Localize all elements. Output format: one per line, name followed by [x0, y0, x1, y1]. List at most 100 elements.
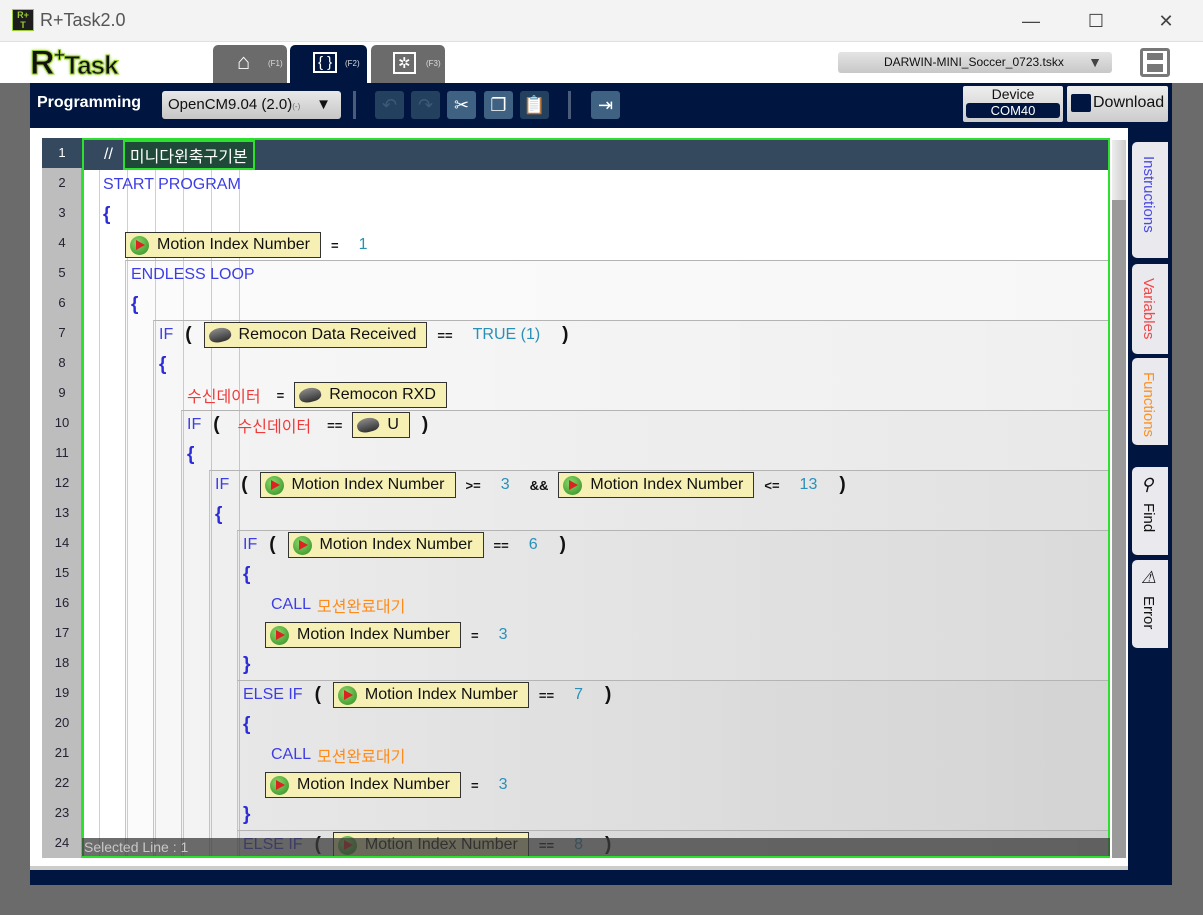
motion-play-icon	[292, 535, 312, 555]
motion-index-block[interactable]: Motion Index Number	[125, 232, 321, 258]
import-icon[interactable]: ⇥	[591, 91, 620, 119]
line-number[interactable]: 10	[42, 408, 82, 438]
motion-index-block[interactable]: Motion Index Number	[265, 622, 461, 648]
line-number[interactable]: 16	[42, 588, 82, 618]
code-line[interactable]: ENDLESS LOOP	[84, 260, 1108, 290]
code-line[interactable]: IF (Motion Index Number >= 3 && Motion Index …	[84, 470, 1108, 500]
code-line[interactable]: CALL 모션완료대기	[84, 590, 1108, 620]
file-dropdown[interactable]: DARWIN-MINI_Soccer_0723.tskx ▼	[838, 52, 1112, 73]
tab-functions[interactable]: Functions	[1132, 358, 1168, 445]
motion-index-block[interactable]: Motion Index Number	[558, 472, 755, 498]
minimize-button[interactable]: —	[1016, 8, 1046, 34]
device-button[interactable]: Device COM40	[963, 86, 1063, 122]
code-line[interactable]: Motion Index Number = 3	[84, 620, 1108, 650]
number-literal: 3	[500, 476, 510, 493]
line-number[interactable]: 15	[42, 558, 82, 588]
tab-home[interactable]: ⌂ (F1)	[213, 45, 287, 83]
code-line[interactable]: }	[84, 650, 1108, 680]
line-number[interactable]: 13	[42, 498, 82, 528]
code-editor[interactable]: // 미니다윈축구기본 START PROGRAM {Motion Index Num…	[82, 138, 1110, 858]
variable: 수신데이터	[187, 389, 261, 406]
save-icon[interactable]	[1140, 48, 1170, 77]
block-label: U	[387, 416, 399, 433]
line-number[interactable]: 4	[42, 228, 82, 258]
remocon-block[interactable]: Remocon Data Received	[203, 322, 428, 348]
code-line[interactable]: {	[84, 200, 1108, 230]
code-line[interactable]: }	[84, 800, 1108, 830]
code-line[interactable]: // 미니다윈축구기본	[84, 140, 1108, 170]
tab-error[interactable]: ⚠ Error	[1132, 560, 1168, 648]
code-line[interactable]: Motion Index Number = 1	[84, 230, 1108, 260]
line-number[interactable]: 3	[42, 198, 82, 228]
tab-instructions[interactable]: Instructions	[1132, 142, 1168, 258]
remocon-block[interactable]: Remocon RXD	[294, 382, 447, 408]
keyword: CALL	[271, 746, 312, 763]
copy-icon[interactable]: ❐	[484, 91, 513, 119]
tab-find[interactable]: ⚲ Find	[1132, 467, 1168, 555]
line-number[interactable]: 5	[42, 258, 82, 288]
maximize-button[interactable]: ☐	[1081, 8, 1111, 34]
function-name: 모션완료대기	[317, 749, 406, 766]
line-number[interactable]: 23	[42, 798, 82, 828]
motion-index-block[interactable]: Motion Index Number	[332, 682, 529, 708]
remocon-icon	[297, 385, 323, 405]
divider	[353, 91, 356, 119]
line-number[interactable]: 2	[42, 168, 82, 198]
number-literal: 3	[498, 776, 508, 793]
code-line[interactable]: {	[84, 440, 1108, 470]
paste-icon[interactable]: 📋	[520, 91, 549, 119]
parenthesis: )	[559, 534, 566, 555]
line-number[interactable]: 19	[42, 678, 82, 708]
line-number[interactable]: 6	[42, 288, 82, 318]
line-number[interactable]: 14	[42, 528, 82, 558]
line-number[interactable]: 22	[42, 768, 82, 798]
motion-index-block[interactable]: Motion Index Number	[287, 532, 484, 558]
tab-robot[interactable]: ✲ (F3)	[371, 45, 445, 83]
scrollbar-thumb[interactable]	[1112, 140, 1126, 200]
undo-icon[interactable]: ↶	[375, 91, 404, 119]
close-button[interactable]: ✕	[1151, 8, 1181, 34]
code-line[interactable]: IF (Remocon Data Received == TRUE (1))	[84, 320, 1108, 350]
line-number[interactable]: 12	[42, 468, 82, 498]
line-number[interactable]: 8	[42, 348, 82, 378]
code-line[interactable]: {	[84, 500, 1108, 530]
code-line[interactable]: {	[84, 560, 1108, 590]
tab-key: (F2)	[345, 59, 360, 68]
line-number[interactable]: 11	[42, 438, 82, 468]
remocon-icon	[355, 415, 381, 435]
code-line[interactable]: CALL 모션완료대기	[84, 740, 1108, 770]
remocon-block[interactable]: U	[352, 412, 410, 438]
line-number[interactable]: 9	[42, 378, 82, 408]
keyword: ENDLESS LOOP	[131, 266, 255, 283]
motion-index-block[interactable]: Motion Index Number	[265, 772, 461, 798]
line-number[interactable]: 1	[42, 138, 82, 168]
code-line[interactable]: START PROGRAM	[84, 170, 1108, 200]
line-number[interactable]: 21	[42, 738, 82, 768]
cut-icon[interactable]: ✂	[447, 91, 476, 119]
code-line[interactable]: {	[84, 710, 1108, 740]
line-number[interactable]: 7	[42, 318, 82, 348]
tab-label: Functions	[1140, 372, 1157, 438]
code-line[interactable]: 수신데이터 = Remocon RXD	[84, 380, 1108, 410]
code-line[interactable]: Motion Index Number = 3	[84, 770, 1108, 800]
line-number[interactable]: 17	[42, 618, 82, 648]
tab-programming[interactable]: { } (F2)	[290, 45, 367, 83]
motion-play-icon	[270, 775, 289, 795]
redo-icon[interactable]: ↷	[411, 91, 440, 119]
brace: {	[159, 354, 167, 375]
vertical-scrollbar[interactable]	[1112, 140, 1126, 858]
board-dropdown[interactable]: OpenCM9.04 (2.0)(-) ▼	[162, 91, 341, 119]
line-number[interactable]: 24	[42, 828, 82, 858]
code-line[interactable]: {	[84, 290, 1108, 320]
tab-variables[interactable]: Variables	[1132, 264, 1168, 354]
keyword: START PROGRAM	[103, 176, 241, 193]
code-line[interactable]: ELSE IF (Motion Index Number == 7)	[84, 680, 1108, 710]
line-number[interactable]: 20	[42, 708, 82, 738]
code-line[interactable]: {	[84, 350, 1108, 380]
code-line[interactable]: IF (Motion Index Number == 6)	[84, 530, 1108, 560]
line-number[interactable]: 18	[42, 648, 82, 678]
motion-index-block[interactable]: Motion Index Number	[259, 472, 456, 498]
code-line[interactable]: IF (수신데이터 == U)	[84, 410, 1108, 440]
download-button[interactable]: Download	[1067, 86, 1168, 122]
operator: ==	[538, 687, 555, 703]
